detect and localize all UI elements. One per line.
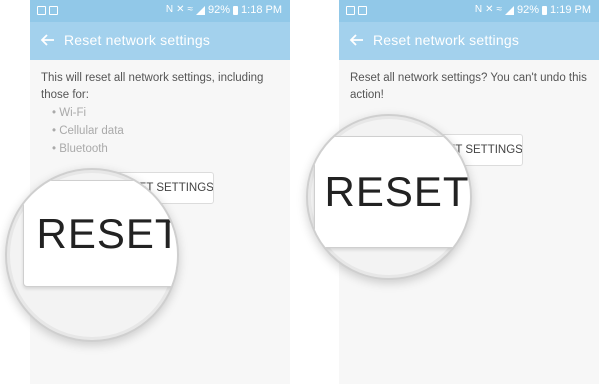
- battery-icon: [542, 5, 548, 15]
- battery-icon: [233, 5, 239, 15]
- back-arrow-icon[interactable]: [38, 30, 58, 50]
- list-item: • Wi-Fi: [52, 107, 87, 119]
- reset-description: This will reset all network settings, in…: [41, 72, 264, 101]
- status-time: 1:18 PM: [241, 4, 282, 16]
- magnifier-circle: RESET: [306, 114, 472, 280]
- reset-button-magnified[interactable]: RESET: [23, 180, 177, 287]
- nfc-icon: N: [165, 4, 174, 15]
- status-bar: N ✕ ≈ 92% 1:19 PM: [339, 0, 599, 22]
- battery-percent: 92%: [208, 4, 231, 16]
- signal-icon: [505, 5, 514, 15]
- reset-confirm-message: Reset all network settings? You can't un…: [350, 72, 587, 101]
- status-indicators: N ✕ ≈ 92% 1:19 PM: [475, 4, 591, 16]
- app-bar: Reset network settings: [30, 22, 290, 60]
- status-time: 1:19 PM: [550, 4, 591, 16]
- reset-button-magnified[interactable]: RESET: [314, 136, 470, 248]
- magnifier-circle: RESET: [5, 168, 179, 342]
- reset-items-list: • Wi-Fi • Cellular data • Bluetooth: [52, 104, 124, 158]
- wifi-icon: ≈: [496, 4, 503, 15]
- page-title: Reset network settings: [373, 32, 520, 48]
- gallery-icon: [358, 6, 367, 15]
- mute-icon: ✕: [485, 4, 494, 15]
- list-item: • Cellular data: [52, 125, 124, 137]
- gallery-icon: [37, 6, 46, 15]
- nfc-icon: N: [474, 4, 483, 15]
- mute-icon: ✕: [176, 4, 185, 15]
- gallery-icon: [49, 6, 58, 15]
- notification-icons: [346, 6, 367, 15]
- back-arrow-icon[interactable]: [347, 30, 367, 50]
- page-title: Reset network settings: [64, 32, 211, 48]
- status-indicators: N ✕ ≈ 92% 1:18 PM: [166, 4, 282, 16]
- list-item: • Bluetooth: [52, 143, 108, 155]
- notification-icons: [37, 6, 58, 15]
- wifi-icon: ≈: [187, 4, 194, 15]
- gallery-icon: [346, 6, 355, 15]
- status-bar: N ✕ ≈ 92% 1:18 PM: [30, 0, 290, 22]
- battery-percent: 92%: [517, 4, 540, 16]
- signal-icon: [196, 5, 205, 15]
- app-bar: Reset network settings: [339, 22, 599, 60]
